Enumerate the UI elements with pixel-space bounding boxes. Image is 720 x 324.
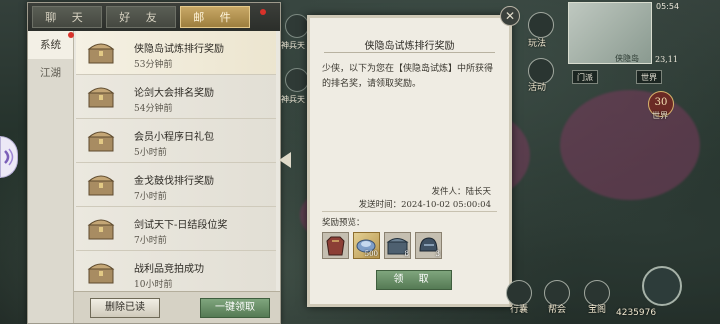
delete-read-button[interactable]: 删除已读 [90,298,160,318]
mail-title: 金戈鼓伐排行奖励 [134,176,214,187]
tree-decoration [560,90,700,200]
mail-detail-panel: 侠隐岛试炼排行奖励 少侠，以下为您在【侠隐岛试炼】中所获得的排名奖，请领取奖励。… [307,15,512,307]
category-system[interactable]: 系统 [28,31,73,59]
event-label: 活动 [528,83,547,93]
divine-weapon-icon[interactable] [285,68,309,92]
tab-friends[interactable]: 好 友 [106,6,176,28]
mail-detail-body: 少侠，以下为您在【侠隐岛试炼】中所获得的排名奖，请领取奖励。 [322,64,494,89]
reward-quantity: 8 [404,250,409,258]
notification-dot [68,32,74,38]
mail-item[interactable]: 会员小程序日礼包 5小时前 [76,119,276,163]
mail-time: 7小时前 [134,192,167,202]
badge-label: 世界 [652,111,668,120]
reward-preview-label: 奖励预览： [322,218,365,228]
treasure-chest-icon [87,43,115,64]
mail-time: 5小时前 [134,148,167,158]
bottom-action-bar: 行囊 帮会 宝阁 4235976 [492,266,720,324]
mail-title: 会员小程序日礼包 [134,132,214,143]
divider [324,52,495,53]
tab-mail[interactable]: 邮 件 [180,6,250,28]
world-button[interactable]: 世界 [636,70,662,84]
treasure-chest-icon [87,131,115,152]
sect-button[interactable]: 门派 [572,70,598,84]
mail-panel: 聊 天 好 友 邮 件 系统 江湖 侠隐岛试炼排行奖励 53分钟前 论剑大会排名… [27,2,281,324]
mail-title: 论剑大会排名奖励 [134,88,214,99]
world-label: 世界 [641,73,657,82]
treasure-chest-icon [87,175,115,196]
minimap[interactable]: 侠隐岛 [568,2,652,64]
helmet-icon[interactable]: 3 [415,232,442,259]
reward-quantity: 500 [364,250,378,258]
claim-button[interactable]: 领 取 [376,270,452,290]
category-jianghu[interactable]: 江湖 [28,59,73,87]
armor-chest-icon[interactable] [322,232,349,259]
reward-quantity: 3 [435,250,440,258]
treasure-chest-icon [87,87,115,108]
mail-send-time: 发送时间：2024-10-02 05:00:04 [358,200,491,210]
mail-item[interactable]: 论剑大会排名奖励 54分钟前 [76,75,276,119]
gold-ingot-icon[interactable]: 500 [353,232,380,259]
guild-label: 帮会 [548,305,567,315]
mail-time: 10小时前 [134,280,173,290]
mail-category-column: 系统 江湖 [28,31,74,323]
status-bar: 05:54 [656,2,679,11]
mail-detail-title: 侠隐岛试炼排行奖励 [364,41,455,52]
mail-title: 剑试天下-日结段位奖 [134,220,228,231]
badge-number: 30 [654,97,668,108]
map-name: 侠隐岛 [615,54,639,63]
social-tab-bar: 聊 天 好 友 邮 件 [28,3,280,31]
mail-item[interactable]: 侠隐岛试炼排行奖励 53分钟前 [76,31,276,75]
divine-weapon-icon[interactable] [285,14,309,38]
clock-text: 05:54 [656,2,680,11]
meditate-skill-icon[interactable] [642,266,682,306]
gameplay-label: 玩法 [528,39,547,49]
treasure-chest-icon[interactable]: 8 [384,232,411,259]
mail-item[interactable]: 战利品竞拍成功 10小时前 [76,251,276,293]
side-menu-toggle-icon[interactable] [0,136,18,178]
currency-amount: 4235976 [616,308,657,318]
mail-list: 侠隐岛试炼排行奖励 53分钟前 论剑大会排名奖励 54分钟前 会员小程序日礼包 … [76,31,276,293]
mail-time: 53分钟前 [134,60,173,70]
mail-time: 54分钟前 [134,104,173,114]
coords-text: 23,11 [655,55,678,64]
mail-action-bar: 删除已读 一键领取 [74,291,280,323]
side-label: 神兵天 [281,41,305,50]
reward-list: 500 8 3 [322,232,442,259]
treasure-chest-icon [87,263,115,284]
mail-item[interactable]: 剑试天下-日结段位奖 7小时前 [76,207,276,251]
close-button[interactable]: ✕ [500,6,520,26]
mail-title: 战利品竞拍成功 [134,264,204,275]
mail-sender: 发件人：陆长天 [431,187,491,197]
treasure-pavilion-label: 宝阁 [588,305,607,315]
bag-label: 行囊 [510,305,529,315]
tab-chat[interactable]: 聊 天 [32,6,102,28]
notification-dot [260,9,266,15]
side-label: 神兵天 [281,95,305,104]
mail-item[interactable]: 金戈鼓伐排行奖励 7小时前 [76,163,276,207]
treasure-chest-icon [87,219,115,240]
gameplay-icon[interactable] [528,12,554,38]
mail-time: 7小时前 [134,236,167,246]
sect-label: 门派 [577,73,593,82]
divider [322,211,497,212]
mail-title: 侠隐岛试炼排行奖励 [134,44,224,55]
claim-all-button[interactable]: 一键领取 [200,298,270,318]
